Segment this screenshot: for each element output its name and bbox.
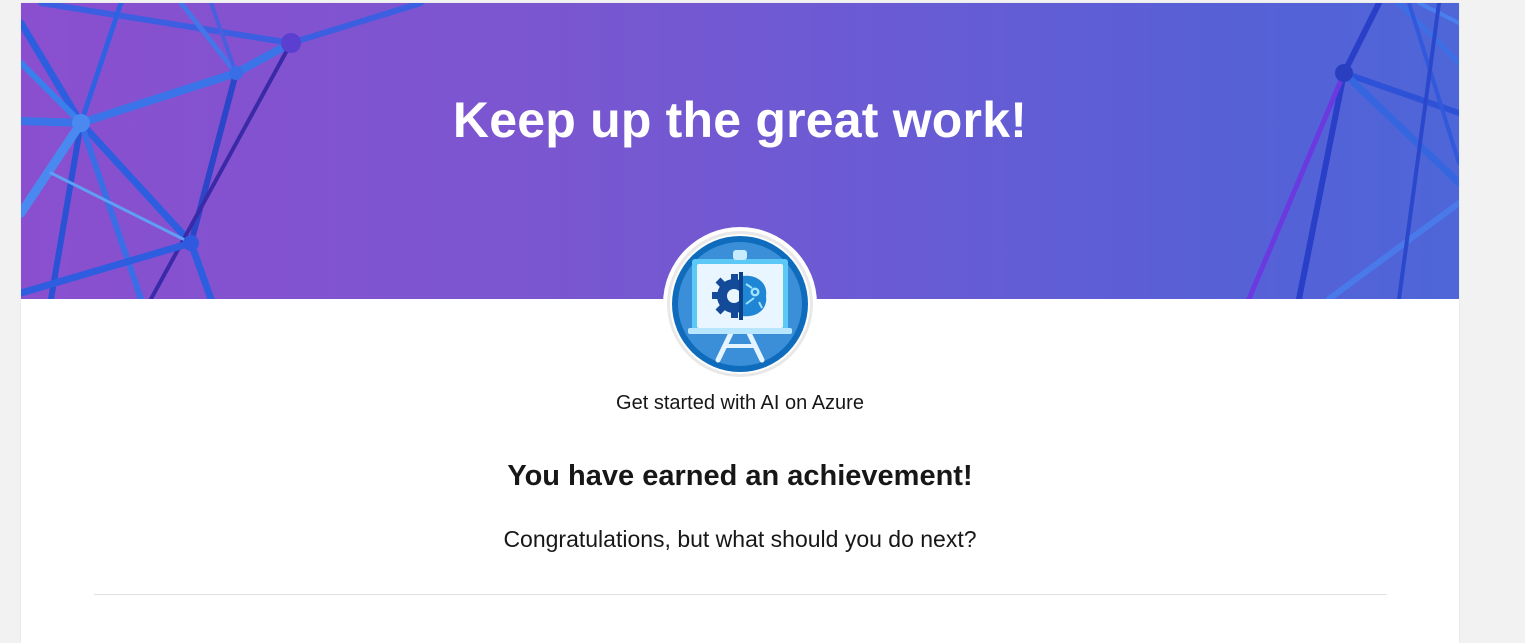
network-decoration-right	[1246, 3, 1459, 299]
section-divider	[94, 594, 1387, 595]
achievement-card: Keep up the great work! Get started with…	[21, 3, 1459, 643]
achievement-heading: You have earned an achievement!	[507, 460, 973, 492]
network-decoration-left	[21, 3, 424, 299]
hero-headline: Keep up the great work!	[452, 92, 1028, 148]
module-title: Get started with AI on Azure	[616, 392, 864, 414]
next-steps-prompt: Congratulations, but what should you do …	[503, 526, 977, 552]
ai-presentation-gear-brain-icon	[663, 227, 817, 381]
